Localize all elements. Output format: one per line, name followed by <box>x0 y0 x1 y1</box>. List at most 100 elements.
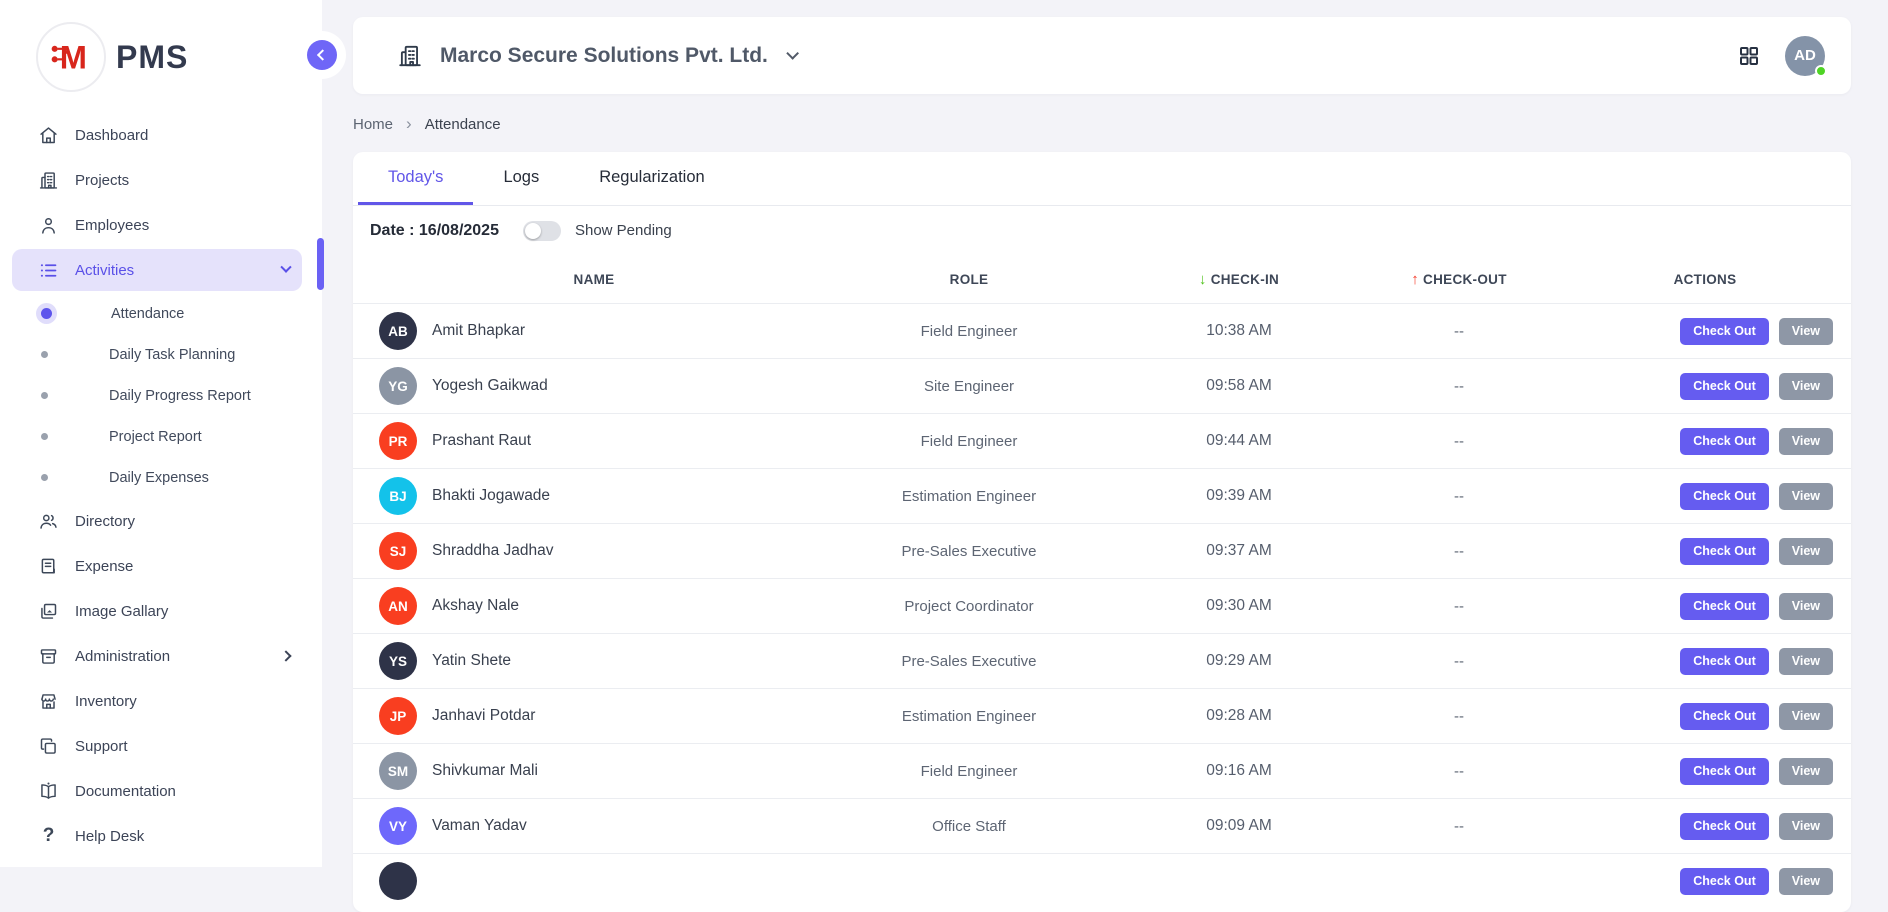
view-button[interactable]: View <box>1779 538 1833 565</box>
view-button[interactable]: View <box>1779 483 1833 510</box>
view-button[interactable]: View <box>1779 593 1833 620</box>
attendance-tabs: Today's Logs Regularization <box>353 152 1851 206</box>
employee-name: Amit Bhapkar <box>432 322 525 340</box>
company-name: Marco Secure Solutions Pvt. Ltd. <box>440 44 768 68</box>
employee-role: Project Coordinator <box>809 598 1129 615</box>
column-check-in[interactable]: ↓CHECK-IN <box>1129 271 1349 288</box>
top-header-bar: Marco Secure Solutions Pvt. Ltd. AD <box>353 17 1851 94</box>
employee-role: Field Engineer <box>809 433 1129 450</box>
employee-role: Office Staff <box>809 818 1129 835</box>
app-name: PMS <box>116 39 188 76</box>
filter-row: Date : 16/08/2025 Show Pending <box>353 206 1851 255</box>
avatar: VY <box>379 807 417 845</box>
view-button[interactable]: View <box>1779 648 1833 675</box>
sidebar-item-dashboard[interactable]: Dashboard <box>12 114 302 156</box>
employee-name: Vaman Yadav <box>432 817 527 835</box>
company-dropdown-chevron-icon[interactable] <box>786 47 799 60</box>
employee-name: Prashant Raut <box>432 432 531 450</box>
sidebar-subitem-daily-expenses[interactable]: Daily Expenses <box>0 459 302 496</box>
check-out-button[interactable]: Check Out <box>1680 483 1769 510</box>
sidebar-item-administration[interactable]: Administration <box>12 635 302 677</box>
column-name[interactable]: NAME <box>379 272 809 287</box>
view-button[interactable]: View <box>1779 318 1833 345</box>
chevron-down-icon <box>280 262 291 273</box>
check-out-button[interactable]: Check Out <box>1680 648 1769 675</box>
bullet-dot-icon <box>41 392 48 399</box>
sidebar-scrollbar-thumb[interactable] <box>317 238 324 290</box>
chevron-right-icon <box>280 650 291 661</box>
check-out-button[interactable]: Check Out <box>1680 318 1769 345</box>
sidebar-item-help-desk[interactable]: ? Help Desk <box>12 815 302 857</box>
sidebar-item-support[interactable]: Support <box>12 725 302 767</box>
view-button[interactable]: View <box>1779 703 1833 730</box>
sidebar-item-projects[interactable]: Projects <box>12 159 302 201</box>
table-row: SM Shivkumar Mali Field Engineer 09:16 A… <box>353 743 1851 798</box>
user-avatar[interactable]: AD <box>1785 36 1825 76</box>
sidebar-item-employees[interactable]: Employees <box>12 204 302 246</box>
avatar: JP <box>379 697 417 735</box>
employee-name: Shraddha Jadhav <box>432 542 554 560</box>
list-icon <box>38 260 59 281</box>
table-row: JP Janhavi Potdar Estimation Engineer 09… <box>353 688 1851 743</box>
view-button[interactable]: View <box>1779 428 1833 455</box>
sidebar-subitem-attendance[interactable]: Attendance <box>0 295 302 332</box>
table-row-partial: Check Out View <box>353 853 1851 908</box>
check-out-value: -- <box>1349 598 1569 615</box>
tab-regularization[interactable]: Regularization <box>569 152 734 205</box>
check-in-time: 10:38 AM <box>1129 322 1349 340</box>
column-role[interactable]: ROLE <box>809 272 1129 287</box>
sidebar-item-inventory[interactable]: Inventory <box>12 680 302 722</box>
sidebar-item-documentation[interactable]: Documentation <box>12 770 302 812</box>
check-out-button[interactable]: Check Out <box>1680 593 1769 620</box>
apps-grid-icon[interactable] <box>1737 44 1761 68</box>
view-button[interactable]: View <box>1779 813 1833 840</box>
column-check-out[interactable]: ↑CHECK-OUT <box>1349 271 1569 288</box>
check-out-button[interactable]: Check Out <box>1680 703 1769 730</box>
check-out-button[interactable]: Check Out <box>1680 373 1769 400</box>
breadcrumb-current: Attendance <box>425 116 501 133</box>
sidebar-subitem-daily-progress-report[interactable]: Daily Progress Report <box>0 377 302 414</box>
tab-todays[interactable]: Today's <box>358 152 473 205</box>
sidebar-subitem-daily-task-planning[interactable]: Daily Task Planning <box>0 336 302 373</box>
column-actions: ACTIONS <box>1569 272 1841 287</box>
avatar: YS <box>379 642 417 680</box>
sidebar-item-activities[interactable]: Activities <box>12 249 302 291</box>
check-out-value: -- <box>1349 708 1569 725</box>
employee-name: Yatin Shete <box>432 652 511 670</box>
tab-logs[interactable]: Logs <box>473 152 569 205</box>
check-out-button[interactable]: Check Out <box>1680 813 1769 840</box>
app-brand: M PMS <box>0 0 322 110</box>
avatar: PR <box>379 422 417 460</box>
check-in-time: 09:58 AM <box>1129 377 1349 395</box>
sidebar-subitem-project-report[interactable]: Project Report <box>0 418 302 455</box>
employee-role: Estimation Engineer <box>809 708 1129 725</box>
show-pending-toggle[interactable] <box>523 221 561 241</box>
receipt-icon <box>38 556 59 577</box>
sidebar: M PMS Dashboard Projects Employees Activ… <box>0 0 322 867</box>
sort-ascending-icon: ↑ <box>1411 271 1419 288</box>
avatar <box>379 862 417 900</box>
sidebar-collapse-button[interactable] <box>307 40 337 70</box>
people-icon <box>38 511 59 532</box>
breadcrumb-home[interactable]: Home <box>353 116 393 133</box>
table-row: BJ Bhakti Jogawade Estimation Engineer 0… <box>353 468 1851 523</box>
view-button[interactable]: View <box>1779 758 1833 785</box>
check-out-button[interactable]: Check Out <box>1680 758 1769 785</box>
employee-role: Estimation Engineer <box>809 488 1129 505</box>
table-row: SJ Shraddha Jadhav Pre-Sales Executive 0… <box>353 523 1851 578</box>
employee-role: Pre-Sales Executive <box>809 543 1129 560</box>
check-in-time: 09:44 AM <box>1129 432 1349 450</box>
view-button[interactable]: View <box>1779 868 1833 895</box>
sidebar-item-image-gallary[interactable]: Image Gallary <box>12 590 302 632</box>
table-row: PR Prashant Raut Field Engineer 09:44 AM… <box>353 413 1851 468</box>
check-in-time: 09:28 AM <box>1129 707 1349 725</box>
check-out-button[interactable]: Check Out <box>1680 538 1769 565</box>
sidebar-item-expense[interactable]: Expense <box>12 545 302 587</box>
sidebar-item-directory[interactable]: Directory <box>12 500 302 542</box>
check-out-button[interactable]: Check Out <box>1680 868 1769 895</box>
bullet-dot-icon <box>41 351 48 358</box>
view-button[interactable]: View <box>1779 373 1833 400</box>
check-out-value: -- <box>1349 653 1569 670</box>
check-out-button[interactable]: Check Out <box>1680 428 1769 455</box>
table-row: VY Vaman Yadav Office Staff 09:09 AM -- … <box>353 798 1851 853</box>
